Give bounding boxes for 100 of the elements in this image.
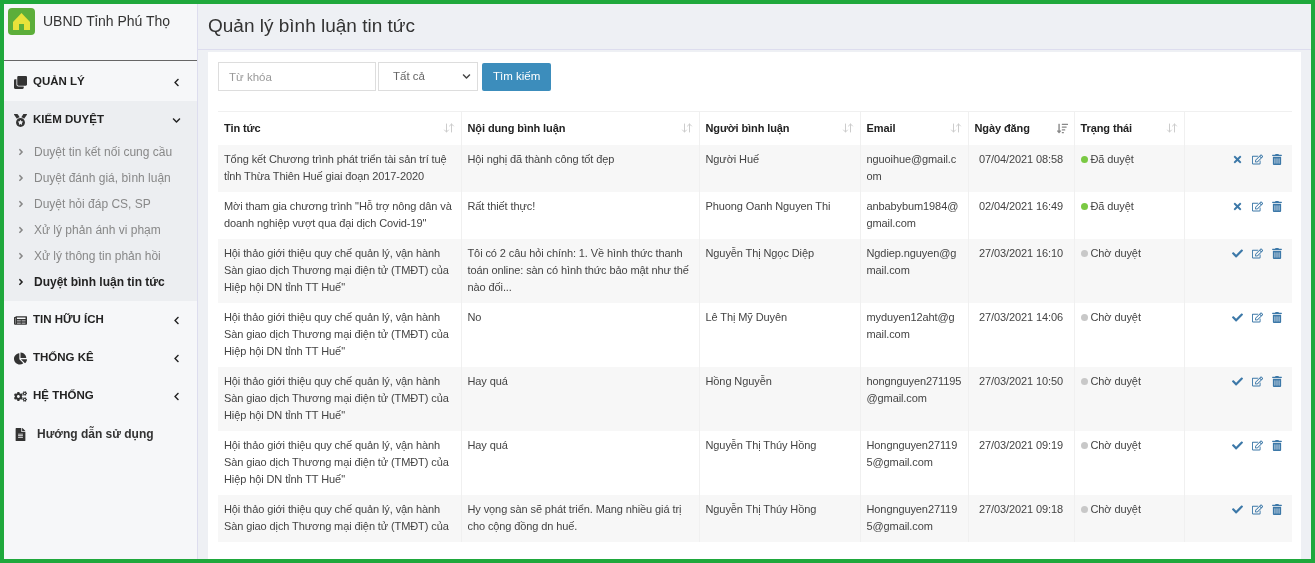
approve-icon[interactable]	[1232, 503, 1243, 515]
medal-icon	[14, 113, 27, 127]
column-header[interactable]: Email	[866, 119, 896, 137]
table-cell: 27/03/2021 10:50	[978, 374, 1063, 387]
table-cell: Tôi có 2 câu hỏi chính: 1. Về hình thức thanh toán online: sàn có hình thức bảo mật như thế nào đối...	[467, 246, 689, 293]
delete-icon[interactable]	[1272, 503, 1282, 515]
chevron-right-icon	[16, 277, 26, 287]
column-header[interactable]: Tin tức	[224, 119, 261, 137]
delete-icon[interactable]	[1272, 375, 1282, 387]
edit-icon[interactable]	[1252, 503, 1263, 515]
status-label: Đã duyệt	[1090, 151, 1134, 167]
edit-icon[interactable]	[1252, 247, 1263, 259]
menu-group[interactable]: TIN HỮU ÍCH	[4, 301, 197, 339]
keyword-field[interactable]: Từ khóa	[218, 62, 376, 91]
stack-icon	[14, 75, 27, 89]
table-cell: Phuong Oanh Nguyen Thi	[705, 199, 831, 212]
approve-icon[interactable]	[1232, 439, 1243, 451]
table-cell: nguoihue@gmail.com	[866, 152, 957, 182]
table-cell: Rất thiết thực!	[467, 199, 536, 212]
table-cell: Tổng kết Chương trình phát triển tài sản trí tuệ tỉnh Thừa Thiên Huế giai đoạn 2017-2020	[224, 152, 447, 182]
table-cell: myduyen12aht@gmail.com	[866, 310, 955, 340]
table-cell: 07/04/2021 08:58	[978, 152, 1063, 165]
table-cell: Nguyễn Thị Ngọc Diệp	[705, 246, 814, 259]
status-label: Chờ duyệt	[1090, 373, 1141, 389]
submenu-item[interactable]: Duyệt bình luận tin tức	[4, 269, 197, 295]
table-cell: Hongnguyen271195@gmail.com	[866, 438, 958, 468]
column-header[interactable]: Trạng thái	[1080, 119, 1133, 137]
column-header[interactable]: Nội dung bình luận	[467, 119, 566, 137]
approve-icon[interactable]	[1232, 375, 1243, 387]
chevron-right-icon	[16, 225, 26, 235]
pie-chart-icon	[14, 351, 27, 365]
approve-icon[interactable]	[1232, 247, 1243, 259]
table-cell: Nguyễn Thị Thúy Hồng	[705, 438, 817, 451]
table-cell: Mời tham gia chương trình "Hỗ trợ nông dân và doanh nghiệp vượt qua đại dịch Covid-19"	[224, 199, 452, 229]
column-header[interactable]: Người bình luận	[705, 119, 790, 137]
newspaper-icon	[14, 313, 27, 327]
approve-icon[interactable]	[1232, 311, 1243, 323]
table-cell: Hội thảo giới thiệu quy chế quản lý, vận hành Sàn giao dịch Thương mại điện tử (TMĐT) của Hiệp hội DN tỉnh TT Huế"	[224, 310, 449, 357]
delete-icon[interactable]	[1272, 311, 1282, 323]
table-cell: anbabybum1984@gmail.com	[866, 199, 959, 229]
chevron-left-icon	[172, 391, 181, 401]
edit-icon[interactable]	[1252, 439, 1263, 451]
table-cell: hongnguyen271195@gmail.com	[866, 374, 962, 404]
table-cell: 27/03/2021 14:06	[978, 310, 1063, 323]
reject-icon[interactable]	[1232, 200, 1243, 212]
table-cell: Hội thảo giới thiệu quy chế quản lý, vận hành Sàn giao dịch Thương mại điện tử (TMĐT) của	[224, 502, 449, 532]
status-label: Chờ duyệt	[1090, 309, 1141, 325]
table-cell: Người Huế	[705, 152, 759, 165]
column-header[interactable]: Ngày đăng	[974, 119, 1030, 137]
table-cell: Hội thảo giới thiệu quy chế quản lý, vận hành Sàn giao dịch Thương mại điện tử (TMĐT) của Hiệp hội DN tỉnh TT Huế"	[224, 438, 449, 485]
chevron-right-icon	[16, 147, 26, 157]
table-cell: 27/03/2021 09:19	[978, 438, 1063, 451]
delete-icon[interactable]	[1272, 200, 1282, 212]
table-cell: Hội thảo giới thiệu quy chế quản lý, vận hành Sàn giao dịch Thương mại điện tử (TMĐT) của Hiệp hội DN tỉnh TT Huế"	[224, 374, 449, 421]
menu-group[interactable]: QUẢN LÝ	[4, 63, 197, 101]
table-cell: Hay quá	[467, 438, 508, 451]
table-cell: Hongnguyen271195@gmail.com	[866, 502, 958, 532]
table-cell: Ngdiep.nguyen@gmail.com	[866, 246, 957, 276]
table-cell: Hội nghị đã thành công tốt đẹp	[467, 152, 615, 165]
menu-group[interactable]: THỐNG KÊ	[4, 339, 197, 377]
logo-icon	[8, 8, 35, 35]
delete-icon[interactable]	[1272, 153, 1282, 165]
table-cell: Hay quá	[467, 374, 508, 387]
chevron-down-icon	[172, 115, 181, 125]
status-label: Chờ duyệt	[1090, 245, 1141, 261]
table-cell: 27/03/2021 09:18	[978, 502, 1063, 515]
chevron-left-icon	[172, 315, 181, 325]
chevron-left-icon	[172, 77, 181, 87]
table-cell: Hồng Nguyễn	[705, 374, 772, 387]
brand-name: UBND Tỉnh Phú Thọ	[43, 12, 171, 31]
table-cell: Lê Thị Mỹ Duyên	[705, 310, 787, 323]
chevron-left-icon	[172, 353, 181, 363]
status-label: Chờ duyệt	[1090, 437, 1141, 453]
menu-link[interactable]: Hướng dẫn sử dụng	[4, 415, 197, 453]
edit-icon[interactable]	[1252, 153, 1263, 165]
edit-icon[interactable]	[1252, 200, 1263, 212]
edit-icon[interactable]	[1252, 311, 1263, 323]
table-cell: Hội thảo giới thiệu quy chế quản lý, vận hành Sàn giao dịch Thương mại điện tử (TMĐT) của Hiệp hội DN tỉnh TT Huế"	[224, 246, 449, 293]
table-cell: 02/04/2021 16:49	[978, 199, 1063, 212]
delete-icon[interactable]	[1272, 247, 1282, 259]
menu-group[interactable]: HỆ THỐNG	[4, 377, 197, 415]
reject-icon[interactable]	[1232, 153, 1243, 165]
search-button[interactable]: Tìm kiếm	[482, 62, 552, 91]
delete-icon[interactable]	[1272, 439, 1282, 451]
edit-icon[interactable]	[1252, 375, 1263, 387]
caret-icon	[462, 72, 471, 81]
page-title: Quản lý bình luận tin tức	[208, 14, 416, 39]
sort-descending-icon[interactable]	[1056, 122, 1068, 134]
status-label: Đã duyệt	[1090, 198, 1134, 214]
table-cell: No	[467, 310, 482, 323]
status-label: Chờ duyệt	[1090, 501, 1141, 517]
menu-group[interactable]: KIỂM DUYỆT	[4, 101, 197, 139]
chevron-right-icon	[16, 199, 26, 209]
chevron-right-icon	[16, 173, 26, 183]
document-icon	[14, 427, 27, 441]
table-cell: 27/03/2021 16:10	[978, 246, 1063, 259]
gears-icon	[14, 389, 27, 403]
table-cell: Hy vọng sàn sẽ phát triển. Mang nhiều giá trị cho cộng đồng dn huế.	[467, 502, 682, 532]
status-select[interactable]: Tất cả	[378, 62, 478, 91]
table-cell: Nguyễn Thị Thúy Hồng	[705, 502, 817, 515]
